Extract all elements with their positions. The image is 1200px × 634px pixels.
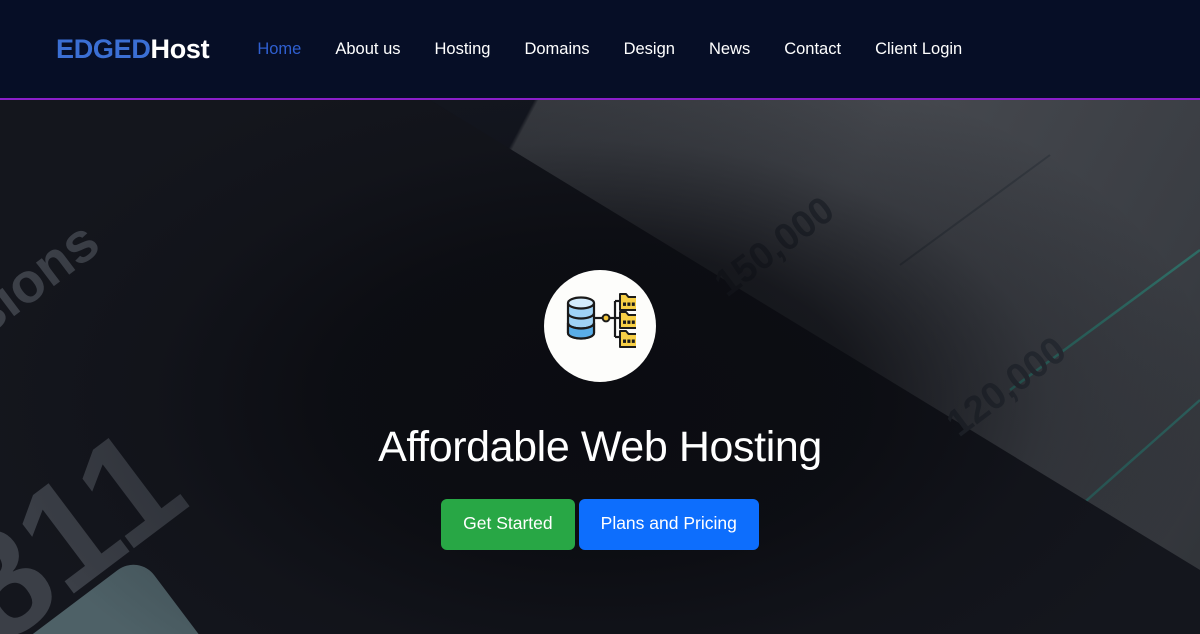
nav-item-hosting[interactable]: Hosting — [435, 41, 491, 58]
get-started-button[interactable]: Get Started — [441, 499, 575, 550]
hero-title: Affordable Web Hosting — [378, 423, 822, 471]
main-navigation: Home About us Hosting Domains Design New… — [257, 41, 962, 58]
nav-item-domains[interactable]: Domains — [524, 41, 589, 58]
page-root: EDGEDHost Home About us Hosting Domains … — [0, 0, 1200, 634]
database-to-folders-icon — [566, 293, 636, 348]
brand-logo-primary: EDGED — [56, 33, 151, 64]
nav-item-design[interactable]: Design — [624, 41, 675, 58]
nav-item-news[interactable]: News — [709, 41, 750, 58]
site-header: EDGEDHost Home About us Hosting Domains … — [0, 0, 1200, 100]
hero-section: sions 811 150,000 120,000 % — [0, 100, 1200, 634]
hero-actions: Get Started Plans and Pricing — [441, 499, 759, 550]
nav-item-client-login[interactable]: Client Login — [875, 41, 962, 58]
nav-item-contact[interactable]: Contact — [784, 41, 841, 58]
brand-logo[interactable]: EDGEDHost — [56, 33, 210, 64]
plans-and-pricing-button[interactable]: Plans and Pricing — [578, 499, 759, 550]
brand-logo-secondary: Host — [150, 33, 210, 64]
hero-content: Affordable Web Hosting Get Started Plans… — [0, 100, 1200, 634]
nav-item-home[interactable]: Home — [257, 41, 301, 58]
nav-item-about-us[interactable]: About us — [335, 41, 400, 58]
hero-badge — [544, 270, 656, 382]
